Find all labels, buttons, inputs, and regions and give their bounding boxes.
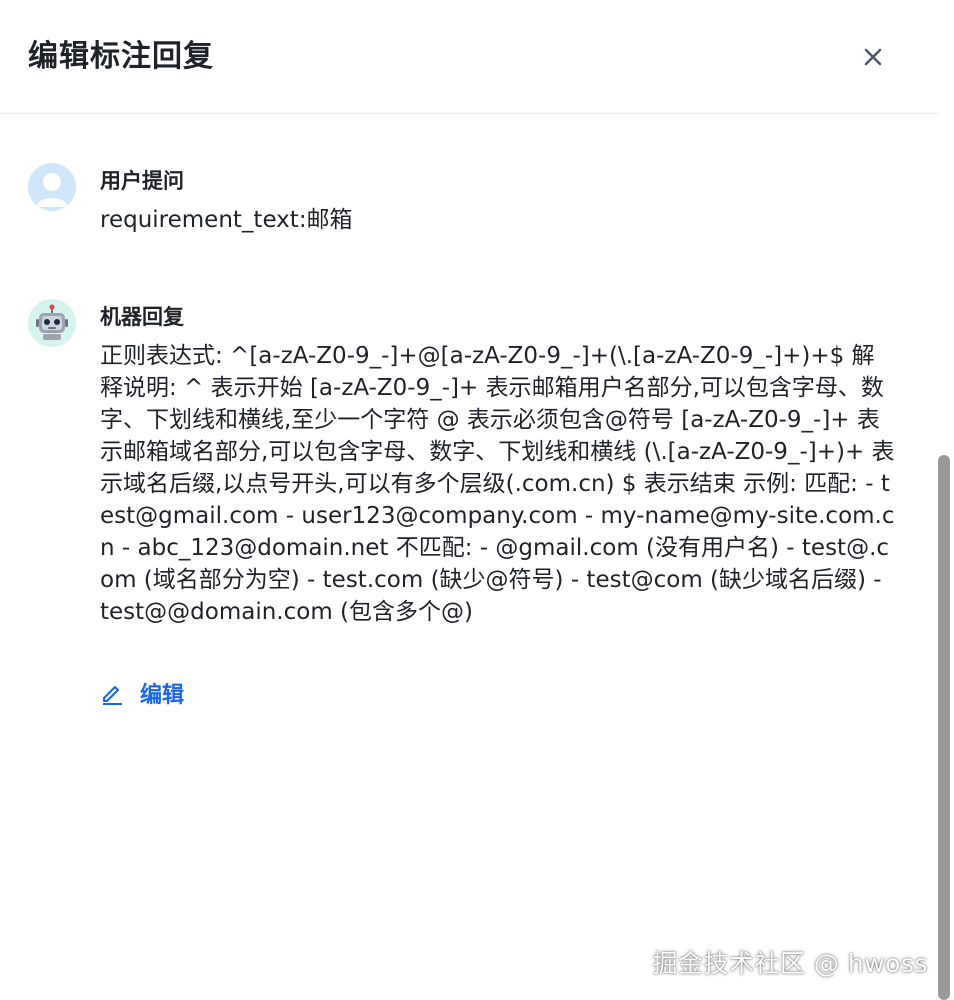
scrollbar-thumb[interactable] — [938, 455, 950, 1000]
edit-annotation-dialog: 编辑标注回复 用户提问 requirement_text:邮箱 机器回复 正则表… — [0, 0, 938, 1000]
watermark: 掘金技术社区 @ hwoss — [652, 949, 928, 978]
edit-label: 编辑 — [140, 683, 185, 708]
user-avatar — [28, 163, 76, 211]
message-text: 正则表达式: ^[a-zA-Z0-9_-]+@[a-zA-Z0-9_-]+(\.… — [100, 343, 895, 625]
pencil-icon — [103, 686, 122, 705]
close-icon — [864, 48, 882, 66]
close-button[interactable] — [858, 42, 888, 72]
message-text: requirement_text:邮箱 — [100, 207, 353, 233]
message-author: 用户提问 — [100, 169, 184, 193]
dialog-title: 编辑标注回复 — [28, 39, 214, 74]
dialog-header: 编辑标注回复 — [0, 0, 938, 114]
message-author: 机器回复 — [100, 305, 184, 329]
edit-button[interactable]: 编辑 — [100, 677, 184, 709]
robot-avatar-icon — [36, 304, 68, 340]
user-avatar-icon — [36, 173, 68, 207]
bot-avatar — [28, 299, 76, 347]
